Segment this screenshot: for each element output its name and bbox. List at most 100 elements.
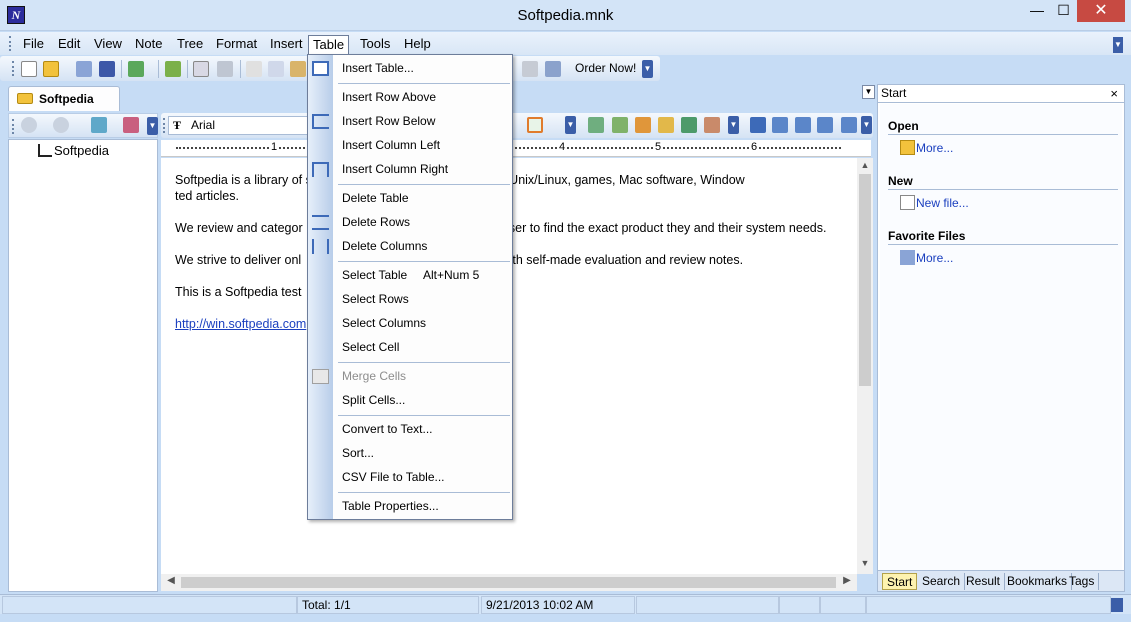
minimize-button[interactable]: — xyxy=(1024,0,1050,22)
new-file-link[interactable]: New file... xyxy=(916,196,969,210)
tree-tab-softpedia[interactable]: Softpedia xyxy=(8,86,120,111)
open-more-link[interactable]: More... xyxy=(916,141,953,155)
menu-tools[interactable]: Tools xyxy=(356,35,394,54)
menu-insert-column-right[interactable]: Insert Column Right xyxy=(334,157,512,181)
cut-icon[interactable] xyxy=(246,61,262,77)
table-overflow-icon[interactable]: ▼ xyxy=(861,116,872,134)
favorites-more-link[interactable]: More... xyxy=(916,251,953,265)
menu-select-cell[interactable]: Select Cell xyxy=(334,335,512,359)
toolbar-grip[interactable] xyxy=(12,61,15,76)
menu-select-rows[interactable]: Select Rows xyxy=(334,287,512,311)
editor-horizontal-scrollbar[interactable]: ◀ ▶ xyxy=(161,574,857,591)
menu-split-cells[interactable]: Split Cells... xyxy=(334,388,512,412)
menu-sort[interactable]: Sort... xyxy=(334,441,512,465)
window-icon[interactable] xyxy=(545,61,561,77)
print-preview-icon[interactable] xyxy=(193,61,209,77)
paste-icon[interactable] xyxy=(290,61,306,77)
bookmark-icon[interactable] xyxy=(76,61,92,77)
delete-rows-toolbar-icon[interactable] xyxy=(817,117,833,133)
clipboard-icon[interactable] xyxy=(704,117,720,133)
menu-csv-file-to-table[interactable]: CSV File to Table... xyxy=(334,465,512,489)
delete-node-icon[interactable] xyxy=(123,117,139,133)
status-overflow-icon[interactable] xyxy=(1111,598,1123,612)
format-overflow-icon[interactable]: ▼ xyxy=(565,116,576,134)
tree-toolbar-overflow-icon[interactable]: ▼ xyxy=(147,117,158,135)
print-icon[interactable] xyxy=(217,61,233,77)
editor-vertical-scrollbar[interactable]: ▲ ▼ xyxy=(857,158,873,574)
menu-select-table[interactable]: Select Table Alt+Num 5 xyxy=(334,263,512,287)
add-node-icon[interactable] xyxy=(91,117,107,133)
insert-image-icon[interactable] xyxy=(635,117,651,133)
open-folder-icon[interactable] xyxy=(43,61,59,77)
lock-icon[interactable] xyxy=(820,596,866,614)
export-icon[interactable] xyxy=(128,61,144,77)
menu-note[interactable]: Note xyxy=(131,35,166,54)
close-button[interactable]: ✕ xyxy=(1077,0,1125,22)
tree-node-label: Softpedia xyxy=(54,143,109,158)
menu-delete-rows[interactable]: Delete Rows xyxy=(334,210,512,234)
menu-edit[interactable]: Edit xyxy=(54,35,84,54)
menu-file[interactable]: File xyxy=(19,35,48,54)
copy-icon[interactable] xyxy=(268,61,284,77)
menu-table-properties[interactable]: Table Properties... xyxy=(334,494,512,518)
menu-view[interactable]: View xyxy=(90,35,126,54)
start-pane-close-icon[interactable]: × xyxy=(1110,85,1118,102)
menu-insert-table[interactable]: Insert Table... xyxy=(334,56,512,80)
scroll-left-icon[interactable]: ◀ xyxy=(163,575,179,589)
tab-result[interactable]: Result xyxy=(962,573,1006,590)
start-pane-title: Start xyxy=(881,86,907,100)
toolbar-overflow-icon[interactable]: ▼ xyxy=(642,60,653,78)
insert-link-icon[interactable] xyxy=(588,117,604,133)
menu-insert[interactable]: Insert xyxy=(266,35,307,54)
menu-table[interactable]: Table xyxy=(308,35,350,54)
highlight-icon[interactable] xyxy=(527,117,543,133)
tab-bookmarks[interactable]: Bookmarks xyxy=(1003,573,1073,590)
menubar-overflow-icon[interactable]: ▼ xyxy=(1113,37,1123,53)
menu-delete-columns[interactable]: Delete Columns xyxy=(334,234,512,258)
menubar-grip[interactable] xyxy=(9,36,12,51)
order-now-button[interactable]: Order Now! xyxy=(572,59,639,79)
clean-icon[interactable] xyxy=(165,61,181,77)
scroll-down-icon[interactable]: ▼ xyxy=(857,558,873,572)
menu-tree[interactable]: Tree xyxy=(173,35,207,54)
tree-toolbar-grip[interactable] xyxy=(12,119,15,134)
delete-rows-icon xyxy=(312,215,329,230)
format-toolbar-grip[interactable] xyxy=(163,118,166,133)
new-file-icon[interactable] xyxy=(21,61,37,77)
truetype-icon: Ŧ xyxy=(173,118,182,132)
editor-link[interactable]: http://win.softpedia.com xyxy=(175,317,306,331)
menu-insert-row-above[interactable]: Insert Row Above xyxy=(334,85,512,109)
delete-columns-toolbar-icon[interactable] xyxy=(841,117,857,133)
tab-search[interactable]: Search xyxy=(918,573,966,590)
menu-help[interactable]: Help xyxy=(400,35,435,54)
spellcheck-icon[interactable] xyxy=(779,596,820,614)
tab-tags[interactable]: Tags xyxy=(1065,573,1100,590)
insert-file-icon[interactable] xyxy=(612,117,628,133)
forward-icon[interactable] xyxy=(53,117,69,133)
back-icon[interactable] xyxy=(21,117,37,133)
menu-insert-column-left[interactable]: Insert Column Left xyxy=(334,133,512,157)
scroll-right-icon[interactable]: ▶ xyxy=(839,575,855,589)
menu-insert-row-below[interactable]: Insert Row Below xyxy=(334,109,512,133)
tab-start[interactable]: Start xyxy=(882,573,918,590)
tree-node-softpedia[interactable]: Softpedia xyxy=(16,142,109,160)
insert-object-icon[interactable] xyxy=(658,117,674,133)
pane-dropdown-icon[interactable]: ▼ xyxy=(862,85,875,99)
scroll-up-icon[interactable]: ▲ xyxy=(857,160,873,174)
menu-select-columns[interactable]: Select Columns xyxy=(334,311,512,335)
ruler[interactable]: 1 4 5 6 xyxy=(161,140,871,157)
insert-overflow-icon[interactable]: ▼ xyxy=(728,116,739,134)
maximize-button[interactable]: ☐ xyxy=(1050,0,1077,22)
save-icon[interactable] xyxy=(99,61,115,77)
table-toolbar-icon[interactable] xyxy=(750,117,766,133)
font-name-combo[interactable]: Ŧ Arial xyxy=(168,116,308,135)
notes-icon[interactable] xyxy=(522,61,538,77)
list-icon[interactable] xyxy=(681,117,697,133)
menu-convert-to-text[interactable]: Convert to Text... xyxy=(334,417,512,441)
vertical-scroll-thumb[interactable] xyxy=(859,174,871,386)
insert-column-toolbar-icon[interactable] xyxy=(795,117,811,133)
menu-format[interactable]: Format xyxy=(212,35,261,54)
insert-row-toolbar-icon[interactable] xyxy=(772,117,788,133)
horizontal-scroll-thumb[interactable] xyxy=(181,577,836,588)
menu-delete-table[interactable]: Delete Table xyxy=(334,186,512,210)
